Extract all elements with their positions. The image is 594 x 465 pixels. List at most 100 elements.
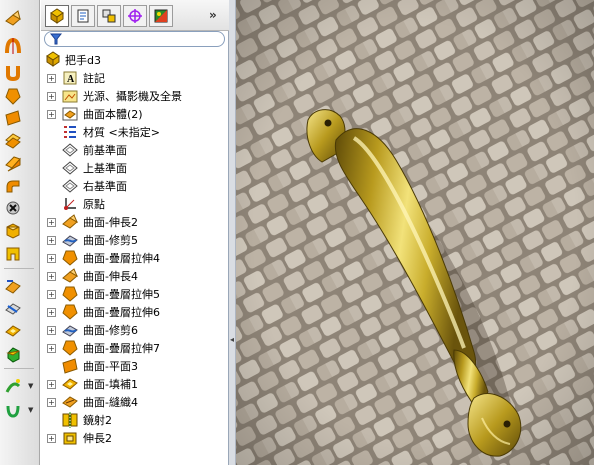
tree-item[interactable]: + 曲面-疊層拉伸5 xyxy=(41,285,229,303)
ruled-surface-tool-icon[interactable] xyxy=(3,154,23,174)
tree-item[interactable]: + 伸長2 xyxy=(41,429,229,447)
surface-flatten-tool-icon[interactable] xyxy=(3,400,23,420)
dropdown-arrow-icon[interactable]: ▼ xyxy=(28,382,33,390)
tree-item[interactable]: + 曲面-疊層拉伸6 xyxy=(41,303,229,321)
tree-item[interactable]: + 曲面-修剪6 xyxy=(41,321,229,339)
expand-node-icon[interactable]: + xyxy=(47,343,56,353)
tree-item-label: 右基準面 xyxy=(83,180,127,193)
tree-item[interactable]: 曲面-平面3 xyxy=(41,357,229,375)
feature-manager-tab[interactable] xyxy=(45,5,69,27)
tree-item[interactable]: 上基準面 xyxy=(41,159,229,177)
tree-item-label: 曲面-疊層拉伸4 xyxy=(83,252,160,265)
offset-surface-tool-icon[interactable] xyxy=(3,130,23,150)
tree-item-label: 上基準面 xyxy=(83,162,127,175)
tree-item[interactable]: + 曲面-修剪5 xyxy=(41,231,229,249)
tree-item-label: 伸長2 xyxy=(83,432,112,445)
collapse-panel-icon[interactable]: ◂ xyxy=(230,335,234,344)
svg-text:A: A xyxy=(67,74,75,85)
tree-item[interactable]: + 曲面-縫織4 xyxy=(41,393,229,411)
swept-surface-tool-icon[interactable] xyxy=(3,62,23,82)
expand-node-icon[interactable]: + xyxy=(47,109,56,119)
tree-item-label: 前基準面 xyxy=(83,144,127,157)
tree-item-label: 曲面本體(2) xyxy=(83,108,143,121)
model-scene[interactable] xyxy=(236,0,594,465)
expand-node-icon[interactable]: + xyxy=(47,397,56,407)
tree-item[interactable]: + A 註記 xyxy=(41,69,229,87)
tree-item[interactable]: + 曲面-疊層拉伸7 xyxy=(41,339,229,357)
knit-surface-tool-icon[interactable] xyxy=(3,198,23,218)
annotations-icon: A xyxy=(62,70,78,86)
property-manager-tab-icon xyxy=(77,9,89,23)
filter-icon xyxy=(49,33,63,48)
expand-node-icon[interactable]: + xyxy=(47,271,56,281)
tree-item-label: 曲面-平面3 xyxy=(83,360,138,373)
dimxpert-manager-tab[interactable] xyxy=(123,5,147,27)
expand-node-icon[interactable]: + xyxy=(47,217,56,227)
expand-node-icon[interactable]: + xyxy=(47,433,56,443)
tree-item[interactable]: 右基準面 xyxy=(41,177,229,195)
extend-surface-tool-icon[interactable] xyxy=(3,276,23,296)
radiate-surface-tool-icon[interactable] xyxy=(3,176,23,196)
dropdown-arrow-icon[interactable]: ▼ xyxy=(28,406,33,414)
expand-tabs-button[interactable]: » xyxy=(209,8,217,22)
property-manager-tab[interactable] xyxy=(71,5,95,27)
delete-face-tool-icon[interactable] xyxy=(3,298,23,318)
expand-node-icon[interactable]: + xyxy=(47,235,56,245)
tree-item-label: 曲面-伸長2 xyxy=(83,216,138,229)
part-name: 把手d3 xyxy=(65,54,101,67)
tree-root[interactable]: 把手d3 xyxy=(41,50,229,70)
extrude-icon xyxy=(62,430,78,446)
extruded-surface-tool-icon[interactable] xyxy=(3,8,23,28)
tree-item[interactable]: 前基準面 xyxy=(41,141,229,159)
move-face-tool-icon[interactable] xyxy=(3,344,23,364)
expand-node-icon[interactable]: + xyxy=(47,289,56,299)
tree-item[interactable]: + 曲面-伸長4 xyxy=(41,267,229,285)
graphics-viewport[interactable] xyxy=(236,0,594,465)
revolved-surface-tool-icon[interactable] xyxy=(3,36,23,56)
tree-item-label: 曲面-修剪6 xyxy=(83,324,138,337)
tree-item-label: 材質 <未指定> xyxy=(83,126,160,139)
expand-node-icon[interactable]: + xyxy=(47,325,56,335)
lofted-surface-icon xyxy=(62,304,78,320)
display-manager-tab[interactable] xyxy=(149,5,173,27)
planar-surface-icon xyxy=(62,358,78,374)
tree-item-label: 曲面-修剪5 xyxy=(83,234,138,247)
tree-item[interactable]: + 曲面-伸長2 xyxy=(41,213,229,231)
tree-item[interactable]: + 光源、攝影機及全景 xyxy=(41,87,229,105)
tree-item-label: 曲面-填補1 xyxy=(83,378,138,391)
expand-node-icon[interactable]: + xyxy=(47,253,56,263)
trim-surface-tool-icon[interactable] xyxy=(3,244,23,264)
expand-node-icon[interactable]: + xyxy=(47,379,56,389)
thicken-tool-icon[interactable] xyxy=(3,376,23,396)
tree-item[interactable]: 原點 xyxy=(41,195,229,213)
configuration-manager-tab[interactable] xyxy=(97,5,121,27)
tree-item[interactable]: 材質 <未指定> xyxy=(41,123,229,141)
origin-icon xyxy=(62,196,78,212)
expand-node-icon[interactable]: + xyxy=(47,307,56,317)
expand-node-icon[interactable]: + xyxy=(47,91,56,101)
tree-item[interactable]: + 曲面-填補1 xyxy=(41,375,229,393)
surface-bodies-icon xyxy=(62,106,78,122)
extruded-surface-icon xyxy=(62,214,78,230)
part-icon xyxy=(45,50,61,70)
toolbar-separator xyxy=(4,268,34,269)
panel-splitter[interactable]: ◂ xyxy=(229,0,236,465)
tree-item-label: 曲面-伸長4 xyxy=(83,270,138,283)
mirror-icon xyxy=(62,412,78,428)
fill-surface-tool-icon[interactable] xyxy=(3,320,23,340)
plane-icon xyxy=(62,142,78,158)
untrim-surface-tool-icon[interactable] xyxy=(3,220,23,240)
feature-manager-panel: » 把手d3 + A 註記 + 光源、攝影機及全景 + 曲面本體(2) 材質 <未指定> 前基準… xyxy=(41,0,229,465)
lofted-surface-tool-icon[interactable] xyxy=(3,86,23,106)
material-icon xyxy=(62,124,78,140)
lofted-surface-icon xyxy=(62,250,78,266)
planar-surface-tool-icon[interactable] xyxy=(3,108,23,128)
tree-item[interactable]: 鏡射2 xyxy=(41,411,229,429)
tree-item[interactable]: + 曲面本體(2) xyxy=(41,105,229,123)
configuration-manager-tab-icon xyxy=(102,9,116,23)
feature-filter-input[interactable] xyxy=(44,31,225,47)
tree-item-label: 曲面-縫織4 xyxy=(83,396,138,409)
tree-item[interactable]: + 曲面-疊層拉伸4 xyxy=(41,249,229,267)
tree-item-label: 光源、攝影機及全景 xyxy=(83,90,182,103)
expand-node-icon[interactable]: + xyxy=(47,73,56,83)
